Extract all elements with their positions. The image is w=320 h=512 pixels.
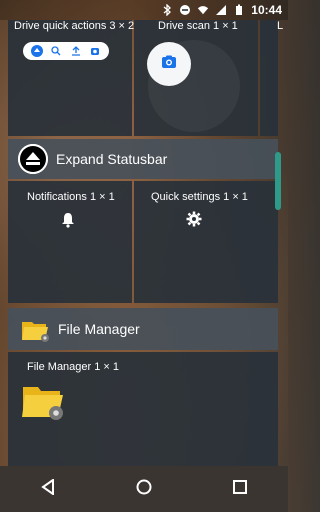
expand-statusbar-title: Expand Statusbar [56, 151, 168, 167]
drive-quick-actions-widget[interactable] [8, 20, 132, 136]
clock: 10:44 [251, 3, 282, 17]
partial-widget[interactable] [260, 20, 278, 136]
drive-home-icon[interactable] [30, 45, 43, 57]
recents-icon [233, 479, 247, 499]
folder-icon [20, 314, 50, 344]
camera-small-icon[interactable] [89, 45, 101, 57]
bell-icon[interactable] [61, 212, 75, 233]
upload-icon[interactable] [70, 45, 82, 57]
home-button[interactable] [124, 469, 164, 509]
search-icon[interactable] [50, 45, 62, 57]
status-bar: 10:44 [0, 0, 288, 20]
back-icon [41, 477, 55, 500]
quick-settings-label: Quick settings 1 × 1 [151, 191, 248, 203]
expand-statusbar-header[interactable]: Expand Statusbar [8, 139, 278, 179]
edge-drag-handle[interactable] [275, 152, 281, 210]
dnd-icon [179, 4, 191, 16]
wifi-icon [197, 4, 209, 16]
eject-icon [18, 144, 48, 174]
navigation-bar [0, 466, 288, 512]
status-icons: 10:44 [161, 3, 282, 17]
file-manager-title: File Manager [58, 321, 140, 337]
notifications-label: Notifications 1 × 1 [27, 191, 115, 203]
drive-scan-label: Drive scan 1 × 1 [158, 20, 238, 32]
back-button[interactable] [28, 469, 68, 509]
camera-icon [161, 55, 177, 74]
battery-icon [233, 4, 245, 16]
recents-button[interactable] [220, 469, 260, 509]
drive-quick-actions-label: Drive quick actions 3 × 2 [14, 20, 135, 32]
drive-scan-button[interactable] [147, 42, 191, 86]
file-manager-header[interactable]: File Manager [8, 308, 278, 350]
home-icon [136, 479, 152, 500]
signal-icon [215, 4, 227, 16]
partial-label: L [277, 20, 284, 32]
gear-icon[interactable] [186, 211, 202, 232]
bluetooth-icon [161, 4, 173, 16]
drive-quick-actions-bar[interactable] [23, 42, 109, 60]
file-manager-widget-label: File Manager 1 × 1 [27, 361, 120, 373]
file-manager-folder-icon[interactable] [20, 377, 66, 428]
